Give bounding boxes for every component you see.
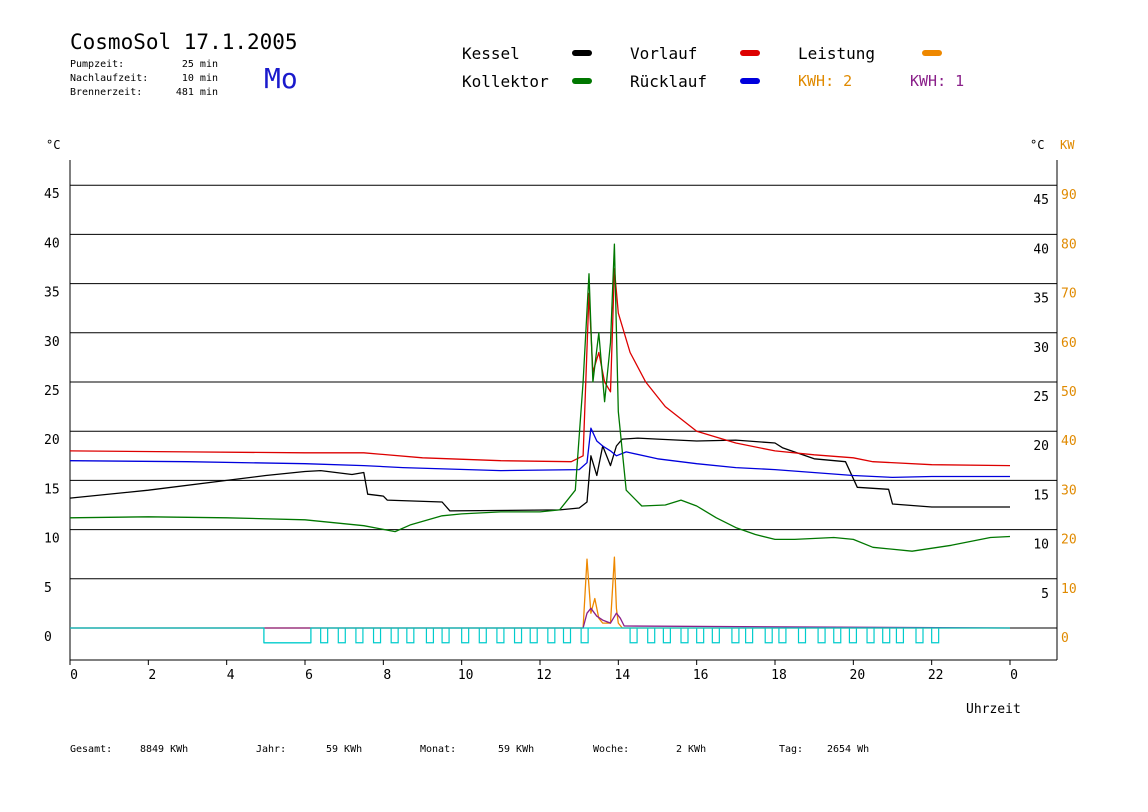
x-tick-label: 8 [383,668,391,683]
y2-tick-label: 40 [1061,434,1077,449]
y-tick-label: 20 [44,433,60,448]
pump-pulse [496,628,505,644]
x-tick-label: 0 [70,668,78,683]
total-woche-value: 2 KWh [676,744,707,755]
total-jahr-value: 59 KWh [326,744,363,755]
pump-pulse [513,628,523,644]
pump-pulse [425,628,435,644]
total-tag-value: 2654 Wh [827,744,870,755]
y-tick-label: 40 [44,236,60,251]
pump-pulse [372,628,382,644]
series-line-vorlauf [69,268,1011,467]
y-right-tick-label: 40 [1033,242,1049,257]
pump-pulse [778,628,787,644]
pump-pulse [562,628,572,644]
pump-pulse [764,628,773,644]
pump-pulse [817,628,826,644]
pump-pulse [355,628,364,644]
y-right-tick-label: 10 [1033,538,1049,553]
x-tick-label: 0 [1010,668,1018,683]
x-tick-label: 6 [305,668,313,683]
y-tick-label: 5 [44,581,52,596]
pump-pulse [547,628,556,644]
y-right-tick-label: 35 [1033,292,1049,307]
pump-pulse [696,628,705,644]
y2-tick-label: 90 [1061,188,1077,203]
series-line-leistung-2 [70,607,1011,629]
pump-pulse [478,628,487,644]
pump-pulse [711,628,720,644]
x-tick-label: 2 [148,668,156,683]
pump-pulse [529,628,538,644]
pump-pulse [647,628,656,644]
x-axis-label: Uhrzeit [966,702,1021,717]
y2-tick-label: 60 [1061,336,1077,351]
total-monat-value: 59 KWh [498,744,535,755]
pump-pulse [390,628,399,644]
x-tick-label: 22 [928,668,944,683]
y-right-tick-label: 45 [1033,193,1049,208]
series-line-r-cklauf [69,427,1010,479]
y-tick-label: 45 [44,187,60,202]
y-right-tick-label: 25 [1033,390,1049,405]
y-tick-label: 0 [44,630,52,645]
y2-tick-label: 10 [1061,582,1077,597]
y2-tick-label: 30 [1061,483,1077,498]
y-tick-label: 30 [44,335,60,350]
pump-pulse [680,628,689,644]
pump-pulse [895,628,905,644]
y-right-tick-label: 5 [1041,587,1049,602]
pump-pulse [461,628,470,644]
pump-pulse [580,628,589,644]
x-tick-label: 4 [227,668,235,683]
pump-pulse [441,628,450,644]
pump-pulse [731,628,740,644]
y2-tick-label: 50 [1061,385,1077,400]
series-line-pumpe [70,627,1010,644]
total-jahr-label: Jahr: [256,744,287,755]
total-tag-label: Tag: [779,744,804,755]
y-tick-label: 35 [44,286,60,301]
x-tick-label: 10 [458,668,474,683]
total-monat-label: Monat: [420,744,457,755]
y-tick-label: 15 [44,482,60,497]
y-right-tick-label: 15 [1033,488,1049,503]
y-right-tick-label: 20 [1033,439,1049,454]
pump-pulse [406,628,415,644]
y-right-tick-label: 30 [1033,341,1049,356]
series-line-kollektor [69,243,1011,552]
y2-tick-label: 20 [1061,533,1077,548]
pump-pulse [797,628,807,644]
x-tick-label: 20 [850,668,866,683]
y2-tick-label: 80 [1061,237,1077,252]
pump-pulse [337,628,346,644]
total-woche-label: Woche: [593,744,630,755]
total-gesamt-label: Gesamt: [70,744,113,755]
pump-pulse [915,628,924,644]
series-line-kessel [69,437,1010,512]
pump-pulse [320,628,329,644]
y-tick-label: 10 [44,532,60,547]
pump-pulse [931,628,940,644]
y2-tick-label: 70 [1061,287,1077,302]
pump-pulse [629,628,638,644]
x-tick-label: 18 [771,668,787,683]
total-gesamt-value: 8849 KWh [140,744,189,755]
chart-svg: 0510152025303540455101520253035404501020… [44,160,1077,683]
x-tick-label: 12 [536,668,552,683]
y2-tick-label: 0 [1061,631,1069,646]
pump-pulse [745,628,754,644]
x-tick-label: 14 [615,668,631,683]
pump-pulse [866,628,875,644]
pump-pulse [833,628,842,644]
y-tick-label: 25 [44,384,60,399]
x-tick-label: 16 [693,668,709,683]
pump-pulse [848,628,858,644]
pump-pulse [882,628,891,644]
pump-pulse [662,628,671,644]
series-line-leistung [70,556,1010,629]
